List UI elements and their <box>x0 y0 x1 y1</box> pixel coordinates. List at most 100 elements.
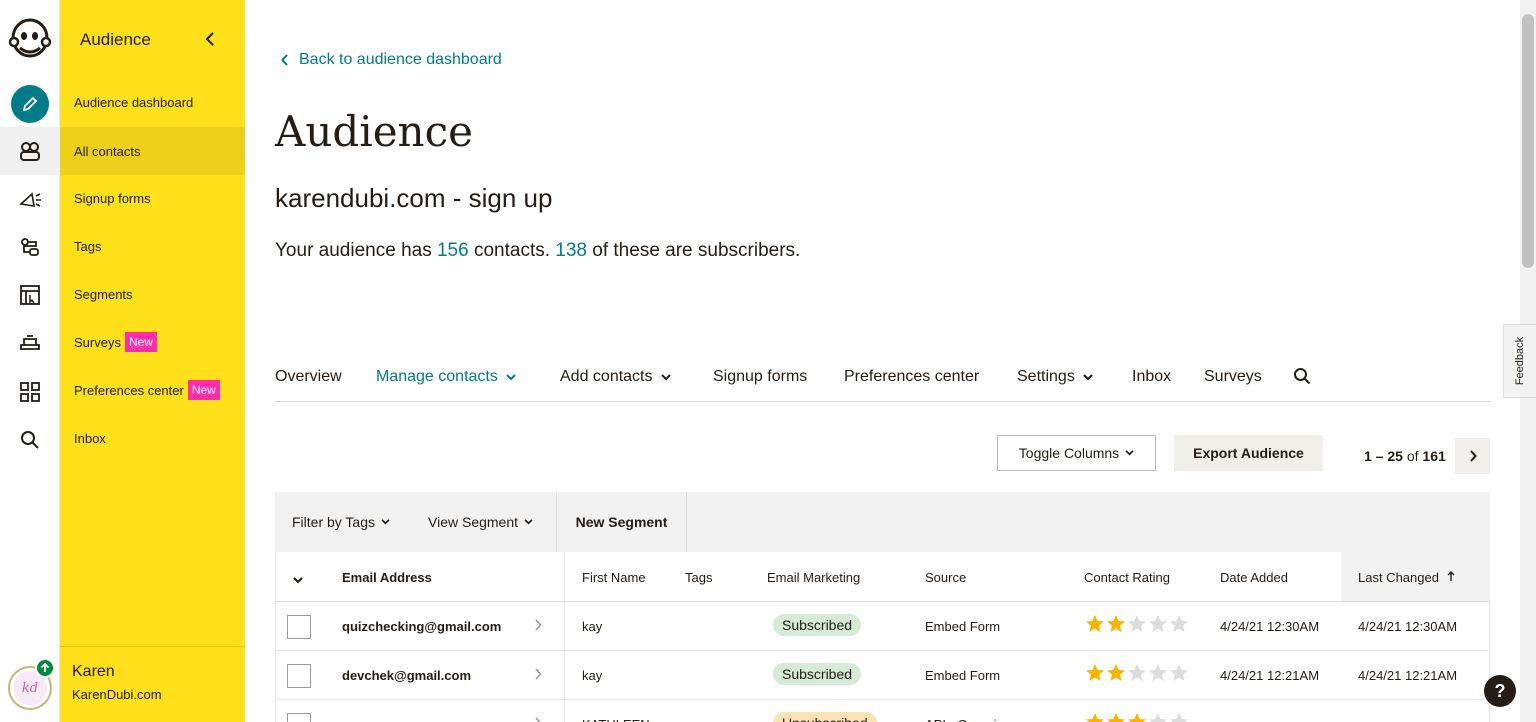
scrollbar-thumb[interactable] <box>1522 14 1534 268</box>
chevron-down-icon <box>1083 373 1093 380</box>
chevron-down-icon <box>660 373 671 380</box>
back-link-label: Back to audience dashboard <box>299 51 502 68</box>
email-address[interactable]: quizchecking@gmail.com <box>342 619 501 634</box>
sort-ascending-icon <box>1447 571 1455 581</box>
last-changed: 4/24/21 12:21AM <box>1358 668 1458 683</box>
sidebar-item-surveys[interactable]: Surveys New <box>60 318 245 366</box>
back-link[interactable]: Back to audience dashboard <box>281 51 502 69</box>
collapse-sidebar-icon[interactable] <box>200 28 220 50</box>
column-first-name[interactable]: First Name <box>582 570 646 585</box>
sidebar-item-label: Signup forms <box>74 190 151 206</box>
row-checkbox[interactable] <box>287 615 311 639</box>
rating-star-icon <box>1170 664 1188 681</box>
tab-inbox[interactable]: Inbox <box>1132 368 1171 386</box>
next-page-button[interactable] <box>1455 438 1490 474</box>
row-checkbox[interactable] <box>287 664 311 688</box>
column-divider <box>564 700 565 722</box>
new-badge: New <box>124 332 157 352</box>
row-checkbox[interactable] <box>287 713 311 722</box>
table-row[interactable]: KATHLEEN Unsubscribed API - Generic <box>275 700 1490 722</box>
first-name: kay <box>582 619 603 634</box>
feedback-tab[interactable]: Feedback <box>1503 324 1536 398</box>
column-date-added[interactable]: Date Added <box>1220 570 1288 585</box>
create-pencil-icon[interactable] <box>11 85 49 123</box>
content-icon[interactable] <box>12 325 48 361</box>
rating-star-icon <box>1149 713 1167 722</box>
column-email-marketing[interactable]: Email Marketing <box>767 570 860 585</box>
tab-settings[interactable]: Settings <box>1017 368 1093 386</box>
date-added: 4/24/21 12:30AM <box>1220 619 1320 634</box>
search-icon[interactable] <box>1293 367 1311 385</box>
account-name: Karen <box>72 663 115 680</box>
integrations-grid-icon[interactable] <box>12 374 48 410</box>
page-title: Audience <box>275 107 473 156</box>
chevron-right-icon <box>1469 450 1477 462</box>
audience-icon[interactable] <box>0 127 60 175</box>
chevron-right-icon[interactable] <box>534 717 542 722</box>
sidebar-item-label: All contacts <box>74 143 141 159</box>
sidebar-item-label: Surveys <box>74 334 121 350</box>
sidebar-item-signup-forms[interactable]: Signup forms <box>60 174 245 222</box>
first-name: KATHLEEN <box>582 717 650 722</box>
sidebar-item-all-contacts[interactable]: All contacts <box>60 127 245 175</box>
chevron-right-icon[interactable] <box>534 619 542 631</box>
chevron-left-icon <box>281 54 288 66</box>
email-address[interactable]: devchek@gmail.com <box>342 668 471 683</box>
chevron-right-icon[interactable] <box>534 668 542 680</box>
tab-label: Inbox <box>1132 368 1172 385</box>
table-row[interactable]: quizchecking@gmail.com kay Subscribed Embed… <box>275 602 1490 651</box>
select-all-chevron-icon[interactable] <box>293 572 303 587</box>
date-added: 4/24/21 12:21AM <box>1220 668 1320 683</box>
tab-manage-contacts[interactable]: Manage contacts <box>376 368 516 386</box>
tab-label: Signup forms <box>713 368 808 385</box>
export-audience-button[interactable]: Export Audience <box>1174 435 1323 471</box>
column-last-changed[interactable]: Last Changed <box>1358 570 1455 585</box>
new-segment-button[interactable]: New Segment <box>556 492 687 552</box>
page-range: 1 – 25 <box>1364 448 1403 464</box>
column-contact-rating[interactable]: Contact Rating <box>1084 570 1170 585</box>
sidebar-item-audience-dashboard[interactable]: Audience dashboard <box>60 78 245 126</box>
toggle-columns-button[interactable]: Toggle Columns <box>997 435 1156 471</box>
main-content: Back to audience dashboard Audience kare… <box>245 0 1520 722</box>
first-name: kay <box>582 668 603 683</box>
column-divider <box>564 552 565 601</box>
website-icon[interactable] <box>12 277 48 313</box>
column-email-address[interactable]: Email Address <box>342 570 432 585</box>
feedback-label: Feedback <box>1514 336 1526 386</box>
tab-overview[interactable]: Overview <box>275 368 342 386</box>
tab-surveys[interactable]: Surveys <box>1204 368 1262 386</box>
chevron-down-icon <box>1125 450 1134 456</box>
contact-rating <box>1085 712 1189 722</box>
audience-sidebar: Audience Audience dashboard All contacts… <box>60 0 245 722</box>
rating-star-icon <box>1128 664 1146 681</box>
sidebar-item-segments[interactable]: Segments <box>60 270 245 318</box>
account-footer[interactable]: Karen KarenDubi.com <box>60 646 245 722</box>
subscribers-count[interactable]: 138 <box>555 240 587 261</box>
help-button[interactable]: ? <box>1484 675 1516 707</box>
sidebar-item-inbox[interactable]: Inbox <box>60 414 245 462</box>
filter-by-tags-dropdown[interactable]: Filter by Tags <box>292 514 390 530</box>
view-segment-dropdown[interactable]: View Segment <box>428 514 533 530</box>
campaigns-megaphone-icon[interactable] <box>12 182 48 218</box>
column-tags[interactable]: Tags <box>685 570 712 585</box>
tab-add-contacts[interactable]: Add contacts <box>560 368 671 386</box>
search-icon[interactable] <box>12 422 48 458</box>
tab-label: Add contacts <box>560 368 653 385</box>
status-badge: Unsubscribed <box>773 712 877 722</box>
upgrade-arrow-icon[interactable] <box>35 658 55 678</box>
status-badge: Subscribed <box>773 614 862 636</box>
contacts-count[interactable]: 156 <box>437 240 469 261</box>
mailchimp-logo-icon[interactable] <box>8 16 52 64</box>
tab-signup-forms[interactable]: Signup forms <box>713 368 807 386</box>
automations-icon[interactable] <box>12 229 48 265</box>
tab-preferences-center[interactable]: Preferences center <box>844 368 979 386</box>
toggle-columns-label: Toggle Columns <box>1018 445 1120 461</box>
sidebar-item-preferences-center[interactable]: Preferences center New <box>60 366 245 414</box>
table-row[interactable]: devchek@gmail.com kay Subscribed Embed Form… <box>275 651 1490 700</box>
account-org: KarenDubi.com <box>72 687 162 702</box>
sidebar-item-tags[interactable]: Tags <box>60 222 245 270</box>
column-source[interactable]: Source <box>925 570 966 585</box>
audience-tabs: Overview Manage contacts Add contacts Si… <box>275 364 1490 402</box>
rating-star-icon <box>1107 615 1125 632</box>
rating-star-icon <box>1086 615 1104 632</box>
